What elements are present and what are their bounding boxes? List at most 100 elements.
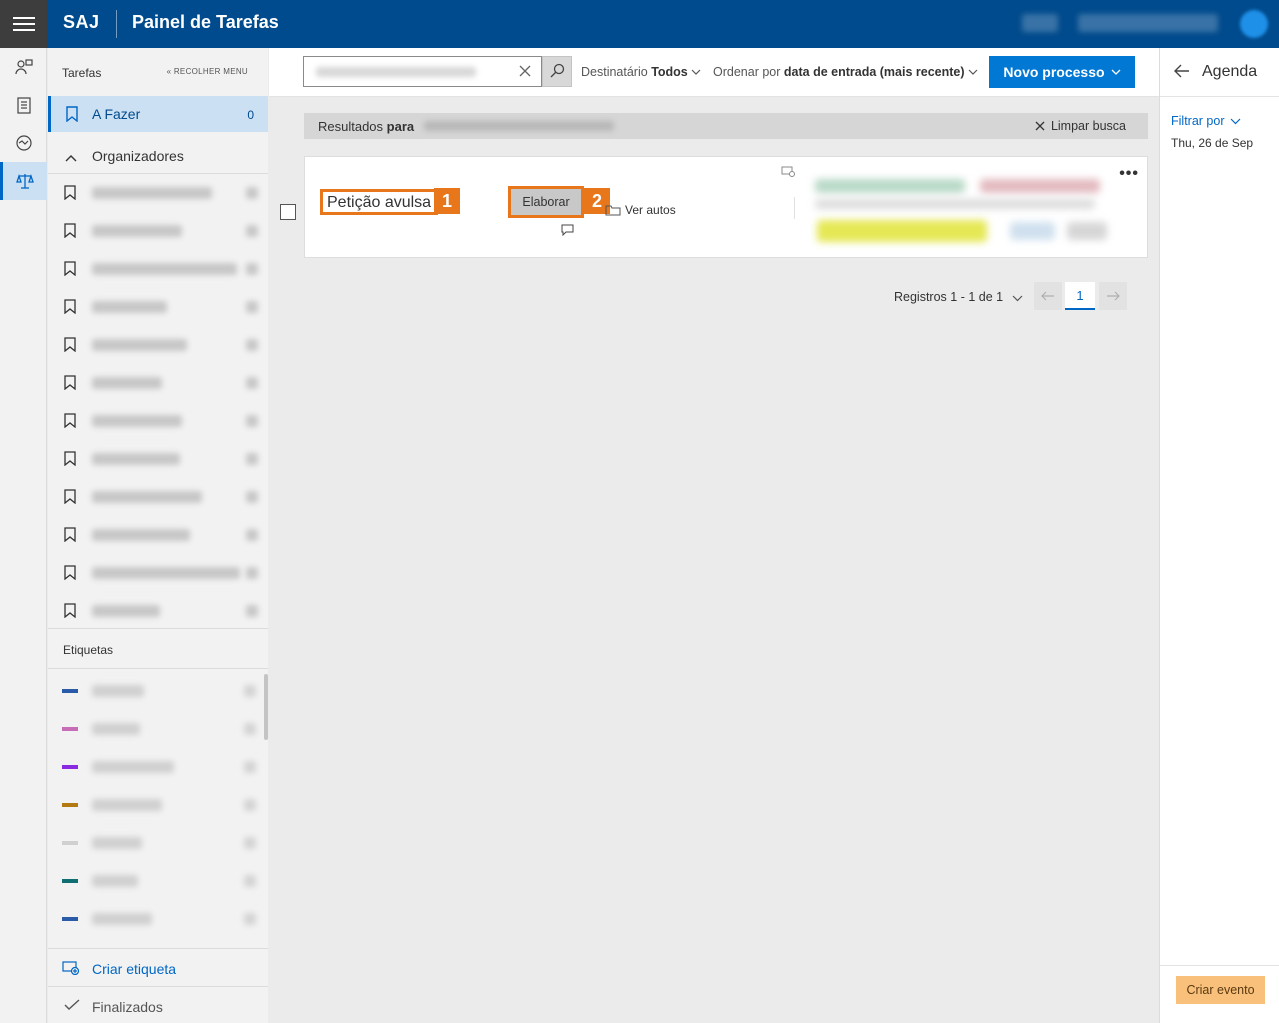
comment-icon[interactable] (561, 224, 574, 239)
page-size-dropdown[interactable] (1012, 290, 1023, 305)
chevron-down-icon (1012, 295, 1023, 302)
etiqueta-count-redacted (244, 913, 256, 925)
search-icon (550, 63, 565, 81)
sidebar-title: Tarefas (62, 66, 102, 80)
sidebar-item-organizador[interactable] (48, 288, 268, 326)
task-title[interactable]: Petição avulsa (320, 189, 439, 215)
agenda-filter-dropdown[interactable]: Filtrar por (1171, 114, 1241, 128)
sidebar-scrollbar[interactable] (264, 674, 268, 740)
sidebar-item-organizador[interactable] (48, 212, 268, 250)
sidebar-item-etiqueta[interactable] (48, 748, 268, 786)
sidebar-item-organizador[interactable] (48, 440, 268, 478)
hamburger-menu-icon[interactable] (0, 0, 47, 48)
etiqueta-label-redacted (92, 913, 152, 925)
create-tag-button[interactable]: Criar etiqueta (48, 948, 268, 986)
toolbar: Destinatário Todos Ordenar por data de e… (269, 48, 1159, 97)
task-select-checkbox[interactable] (280, 204, 296, 220)
collapse-menu-button[interactable]: « RECOLHER MENU (167, 67, 248, 76)
sidebar-header: Tarefas « RECOLHER MENU (48, 48, 268, 96)
new-process-button[interactable]: Novo processo (989, 56, 1135, 88)
search-input[interactable] (303, 56, 542, 87)
rail-people-icon[interactable] (0, 48, 47, 86)
clear-search-icon[interactable] (519, 65, 531, 80)
top-bar: SAJ Painel de Tarefas (0, 0, 1279, 48)
sidebar-item-organizador[interactable] (48, 326, 268, 364)
chevron-down-icon (691, 69, 701, 75)
recipient-filter-label: Destinatário (581, 65, 648, 79)
process-info-redacted (815, 179, 965, 193)
checkmark-icon (64, 999, 80, 1014)
arrow-right-icon (1107, 291, 1120, 301)
sidebar-item-a-fazer[interactable]: A Fazer 0 (48, 96, 268, 132)
user-info-redacted (1022, 14, 1058, 32)
chevron-down-icon (1111, 69, 1121, 75)
sidebar-item-etiqueta[interactable] (48, 900, 268, 938)
bookmark-icon (65, 106, 79, 125)
organizador-count-redacted (246, 529, 258, 541)
avatar[interactable] (1240, 10, 1268, 38)
rail-scales-icon[interactable] (0, 162, 47, 200)
sort-value: data de entrada (mais recente) (783, 65, 965, 79)
icon-rail (0, 48, 47, 1023)
etiqueta-count-redacted (244, 837, 256, 849)
process-info-redacted (980, 179, 1100, 193)
recipient-filter-dropdown[interactable]: Destinatário Todos (581, 65, 701, 79)
sidebar-item-organizador[interactable] (48, 402, 268, 440)
sidebar-item-finalizados[interactable]: Finalizados (48, 986, 268, 1023)
tasks-sidebar: Tarefas « RECOLHER MENU A Fazer 0 Organi… (48, 48, 268, 1023)
search-button[interactable] (542, 56, 572, 87)
rail-clipboard-icon[interactable] (0, 86, 47, 124)
results-prefix: Resultados (318, 119, 384, 134)
sidebar-item-organizador[interactable] (48, 250, 268, 288)
rail-handshake-icon[interactable] (0, 124, 47, 162)
card-info-icon[interactable] (781, 165, 795, 180)
organizador-count-redacted (246, 605, 258, 617)
sidebar-item-etiqueta[interactable] (48, 824, 268, 862)
etiqueta-count-redacted (244, 761, 256, 773)
sidebar-item-organizador[interactable] (48, 478, 268, 516)
sidebar-item-organizador[interactable] (48, 554, 268, 592)
back-arrow-icon[interactable] (1174, 64, 1190, 81)
process-info-redacted (815, 199, 1095, 209)
more-options-icon[interactable]: ••• (1119, 165, 1139, 183)
sort-label: Ordenar por (713, 65, 781, 79)
sidebar-item-etiqueta[interactable] (48, 862, 268, 900)
sidebar-item-etiqueta[interactable] (48, 710, 268, 748)
sidebar-item-organizador[interactable] (48, 592, 268, 630)
organizador-label-redacted (92, 263, 237, 275)
brand-logo[interactable]: SAJ (63, 12, 100, 33)
previous-page-button[interactable] (1034, 282, 1062, 310)
sidebar-item-organizador[interactable] (48, 364, 268, 402)
elaborar-button[interactable]: Elaborar (508, 186, 584, 218)
results-text: Resultados para (318, 119, 414, 134)
organizador-label-redacted (92, 567, 240, 579)
brand-divider (116, 10, 117, 38)
agenda-panel: Agenda Filtrar por Thu, 26 de Sep Criar … (1159, 48, 1279, 1023)
bookmark-icon (64, 489, 76, 507)
page-number-button[interactable]: 1 (1065, 282, 1095, 310)
organizador-label-redacted (92, 529, 190, 541)
sidebar-item-organizador[interactable] (48, 174, 268, 212)
bookmark-icon (64, 337, 76, 355)
create-event-button[interactable]: Criar evento (1176, 976, 1265, 1004)
tag-color-swatch (62, 917, 78, 921)
sidebar-item-organizador[interactable] (48, 516, 268, 554)
clear-search-button[interactable]: Limpar busca (1035, 119, 1126, 133)
organizador-label-redacted (92, 605, 160, 617)
ver-autos-link[interactable]: Ver autos (605, 203, 676, 217)
sort-dropdown[interactable]: Ordenar por data de entrada (mais recent… (713, 65, 978, 79)
sidebar-item-etiqueta[interactable] (48, 672, 268, 710)
collapse-menu-label: RECOLHER MENU (173, 67, 248, 76)
card-divider (794, 197, 795, 219)
organizadores-toggle[interactable]: Organizadores (48, 136, 268, 174)
clear-search-label: Limpar busca (1050, 119, 1126, 133)
user-name-redacted[interactable] (1078, 14, 1218, 32)
arrow-left-icon (1041, 291, 1054, 301)
results-para: para (386, 119, 415, 134)
divider (48, 628, 268, 629)
divider (1160, 965, 1279, 966)
organizador-count-redacted (246, 187, 258, 199)
organizador-label-redacted (92, 339, 187, 351)
next-page-button[interactable] (1099, 282, 1127, 310)
sidebar-item-etiqueta[interactable] (48, 786, 268, 824)
